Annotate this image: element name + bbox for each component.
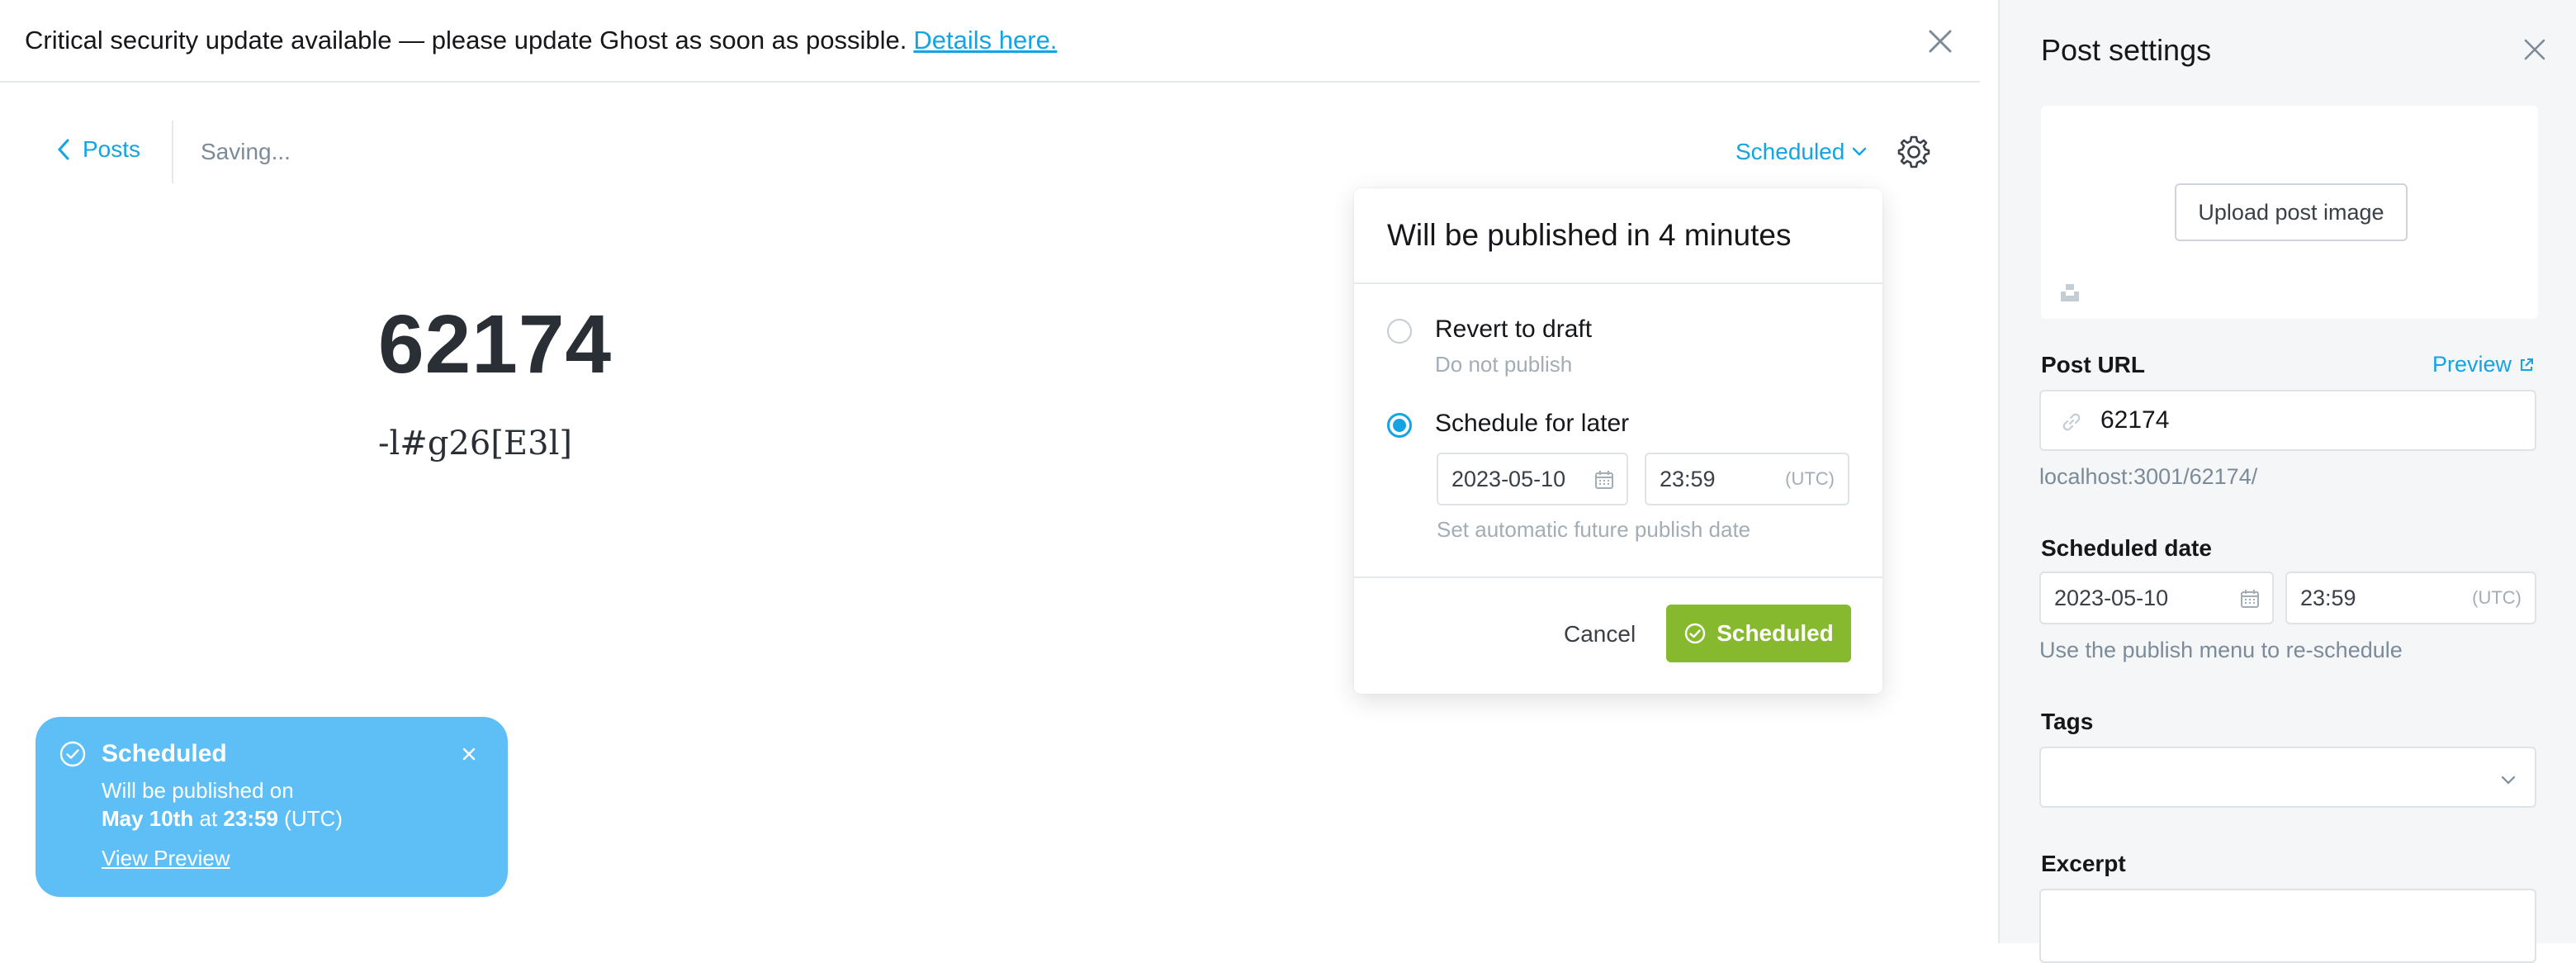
notification-at: at [199,806,218,831]
chevron-down-icon [2501,776,2516,785]
revert-to-draft-radio[interactable] [1387,319,1412,344]
notification-date: May 10th [102,806,194,831]
scheduled-button-label: Scheduled [1717,620,1834,646]
chevron-down-icon [1853,147,1867,156]
check-circle-icon [59,741,86,767]
timezone-label: (UTC) [2472,587,2522,608]
schedule-date-input[interactable]: 2023-05-10 [1437,453,1628,505]
excerpt-label: Excerpt [2041,851,2126,876]
option-subtitle: Do not publish [1435,352,1573,377]
check-circle-icon [1685,623,1706,644]
calendar-icon [1595,471,1613,489]
close-icon[interactable] [457,742,481,766]
unsplash-icon[interactable] [2057,279,2082,304]
post-url-input[interactable]: 62174 [2039,390,2536,451]
time-value: 23:59 [2300,585,2356,610]
notification-datetime: May 10th at 23:59 (UTC) [102,806,343,832]
banner-message: Critical security update available — ple… [25,26,907,55]
editor-main: Critical security update available — ple… [0,0,1980,943]
time-value: 23:59 [1660,466,1716,491]
publish-menu-trigger[interactable]: Scheduled [1735,139,1868,165]
publish-status-label: Scheduled [1735,139,1845,164]
chevron-left-icon [57,139,69,160]
reschedule-hint: Use the publish menu to re-schedule [2039,638,2403,662]
scheduled-time-input[interactable]: 23:59 (UTC) [2285,572,2536,624]
post-title[interactable]: 62174 [378,297,612,392]
close-icon[interactable] [1924,25,1957,58]
notification-time: 23:59 [223,806,278,831]
revert-to-draft-option[interactable]: Revert to draft Do not publish [1387,315,1592,377]
notification-title: Scheduled [102,740,227,767]
date-value: 2023-05-10 [1451,466,1566,491]
excerpt-input[interactable] [2039,889,2536,963]
back-to-posts-link[interactable]: Posts [56,136,140,163]
security-update-banner: Critical security update available — ple… [0,0,1980,83]
notification-text: Will be published on [102,778,294,803]
close-icon[interactable] [2520,35,2550,64]
panel-title: Post settings [2041,33,2212,67]
save-status: Saving... [201,139,291,164]
scheduled-notification: Scheduled Will be published on May 10th … [36,717,508,897]
tags-input[interactable] [2039,747,2536,808]
tags-label: Tags [2041,709,2094,734]
publish-menu-heading: Will be published in 4 minutes [1354,188,1882,284]
post-slug: 62174 [2100,406,2170,434]
post-url-label: Post URL [2041,352,2145,377]
post-body[interactable]: -l#g26[E3l] [378,425,572,463]
scheduled-button[interactable]: Scheduled [1666,605,1851,662]
view-preview-link[interactable]: View Preview [102,846,230,871]
timezone-label: (UTC) [1785,468,1835,489]
divider [1354,576,1882,578]
cancel-button[interactable]: Cancel [1564,621,1636,648]
preview-link[interactable]: Preview [2432,352,2535,377]
preview-label: Preview [2432,352,2512,377]
date-value: 2023-05-10 [2054,585,2169,610]
post-url-hint: localhost:3001/62174/ [2039,464,2258,489]
scheduled-date-label: Scheduled date [2041,535,2212,561]
banner-details-link[interactable]: Details here. [913,26,1057,55]
external-link-icon [2521,358,2534,371]
schedule-for-later-radio[interactable] [1387,413,1412,438]
option-title: Schedule for later [1435,410,1630,437]
scheduled-date-input[interactable]: 2023-05-10 [2039,572,2274,624]
link-icon [2062,413,2081,431]
gear-icon[interactable] [1896,134,1932,170]
divider [172,121,173,183]
back-label: Posts [83,136,141,162]
calendar-icon [2241,590,2259,608]
upload-post-image-button[interactable]: Upload post image [2175,183,2408,241]
publish-menu: Will be published in 4 minutes Revert to… [1354,188,1882,694]
option-title: Revert to draft [1435,315,1593,343]
notification-timezone: (UTC) [284,806,343,831]
schedule-for-later-option[interactable]: Schedule for later [1387,410,1629,438]
schedule-time-input[interactable]: 23:59 (UTC) [1645,453,1849,505]
post-image-dropzone[interactable]: Upload post image [2041,106,2538,319]
option-subtitle: Set automatic future publish date [1437,517,1751,542]
